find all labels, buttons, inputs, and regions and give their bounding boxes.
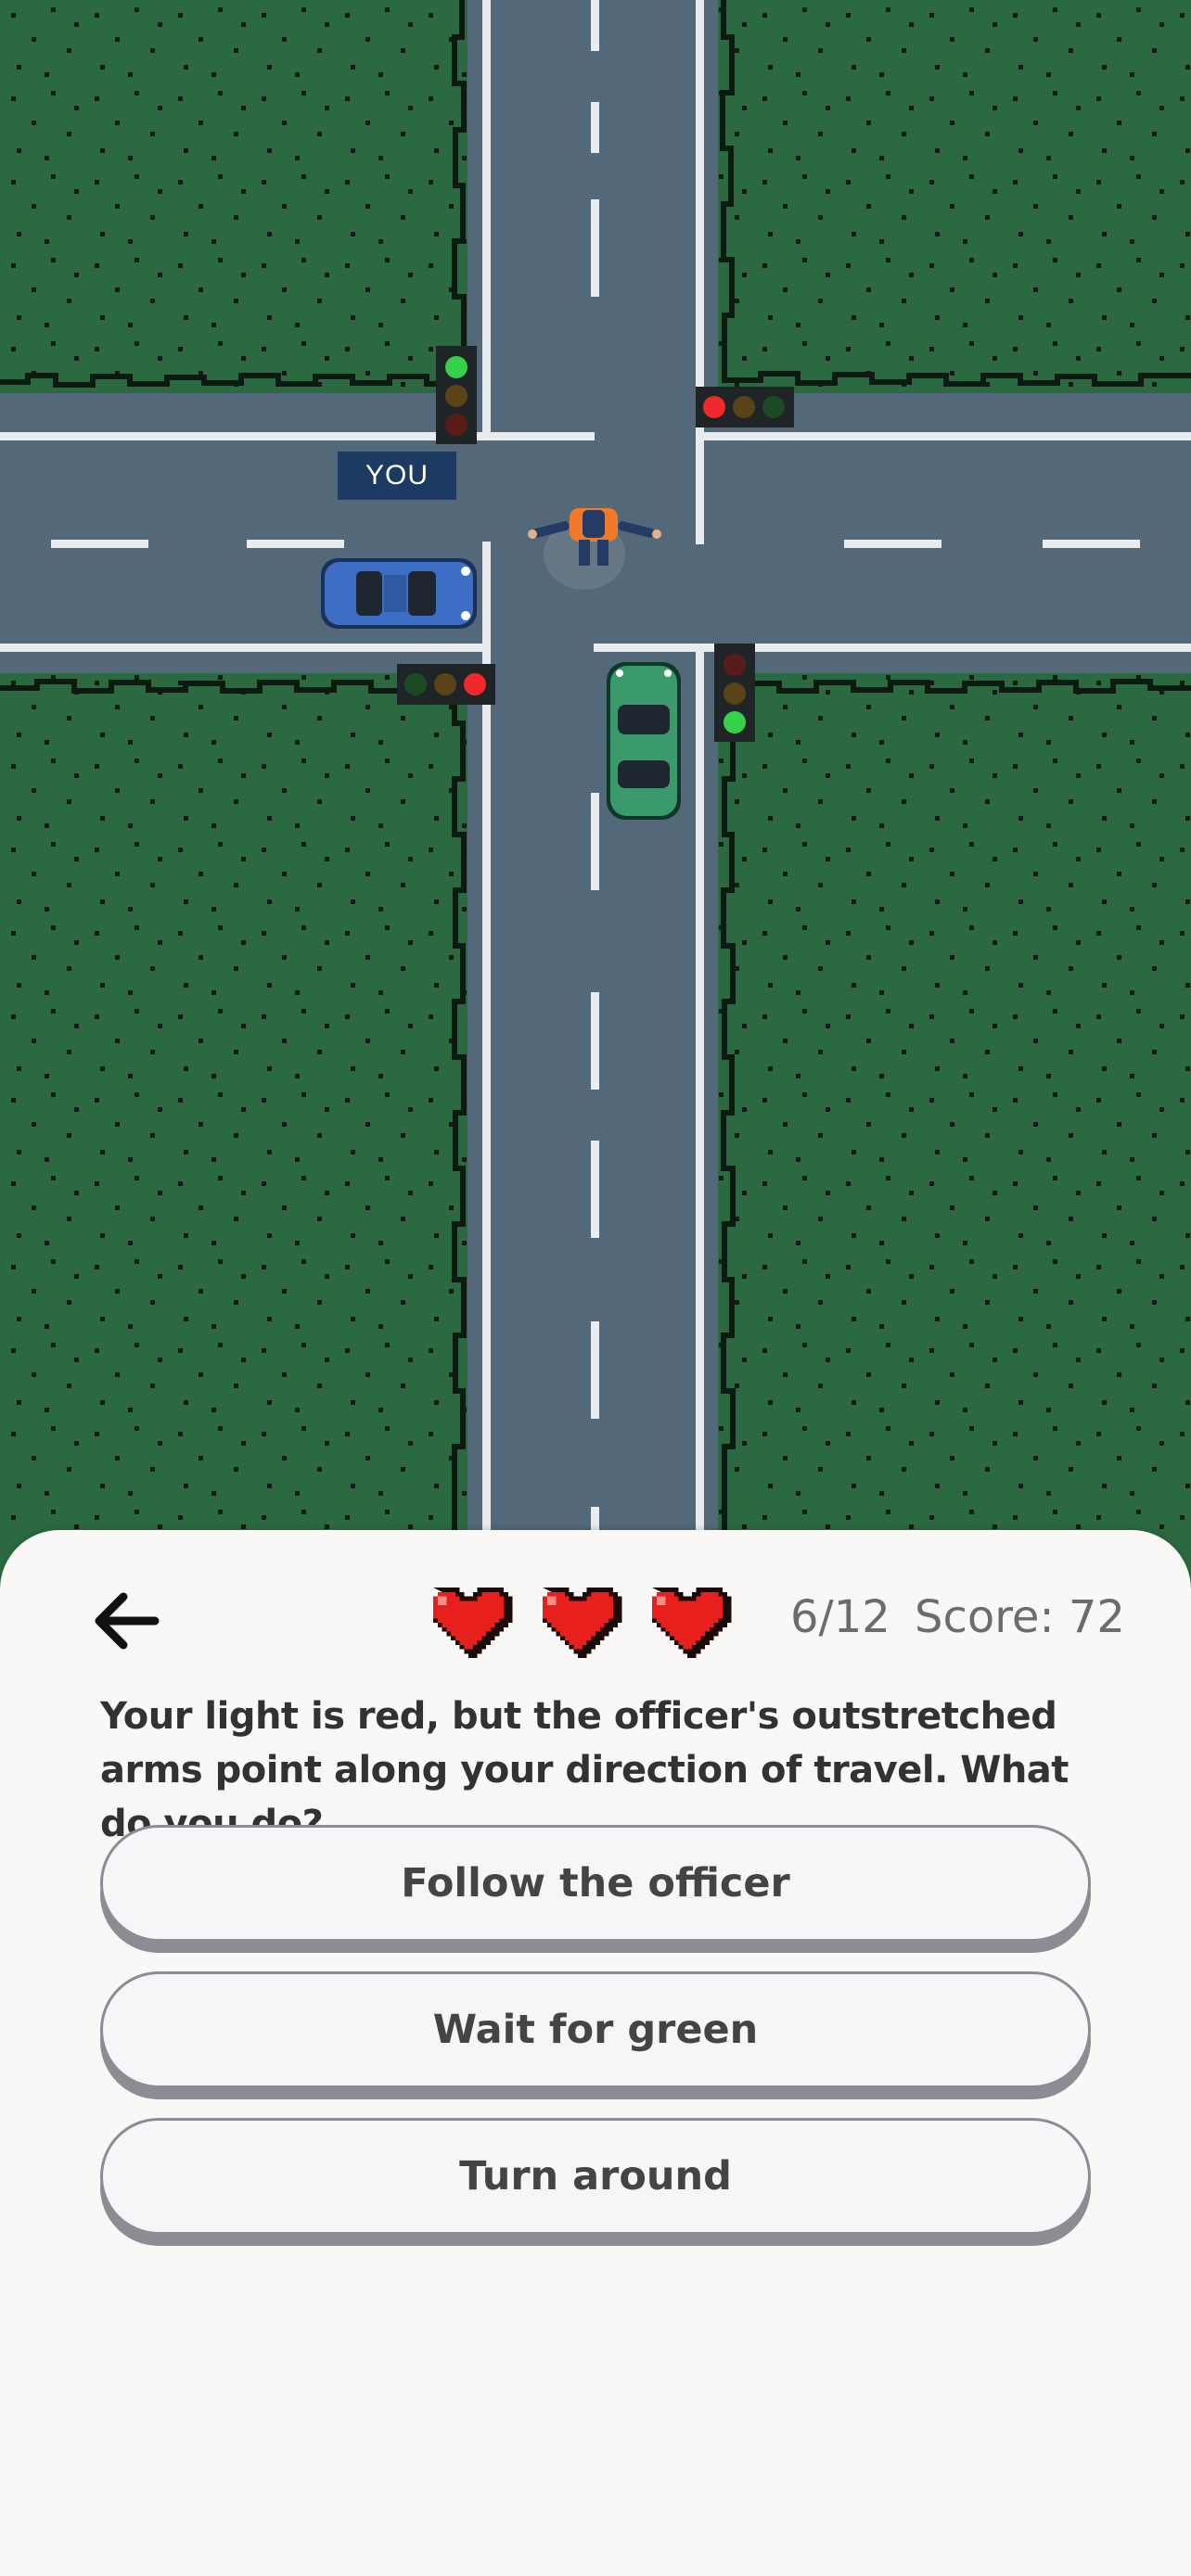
question-progress: 6/12 [790,1591,890,1643]
arrow-left-icon [95,1592,160,1650]
traffic-light-ne [696,387,794,427]
heart-icon [433,1588,513,1658]
answer-button-1[interactable]: Follow the officer [100,1825,1091,1942]
traffic-light-se [714,644,755,742]
heart-icon [652,1588,732,1658]
score-display: Score: 72 [915,1591,1125,1643]
answer-button-3[interactable]: Turn around [100,2118,1091,2235]
player-label: YOU [338,452,456,500]
heart-icon [543,1588,622,1658]
intersection-map [0,0,1191,1558]
traffic-light-nw [436,346,477,444]
player-car [321,558,477,629]
other-car [607,662,681,820]
intersection-scene: YOU [0,0,1191,1558]
traffic-light-sw [397,664,495,705]
lives [422,1588,734,1658]
answer-button-2[interactable]: Wait for green [100,1971,1091,2088]
back-button[interactable] [85,1584,169,1658]
